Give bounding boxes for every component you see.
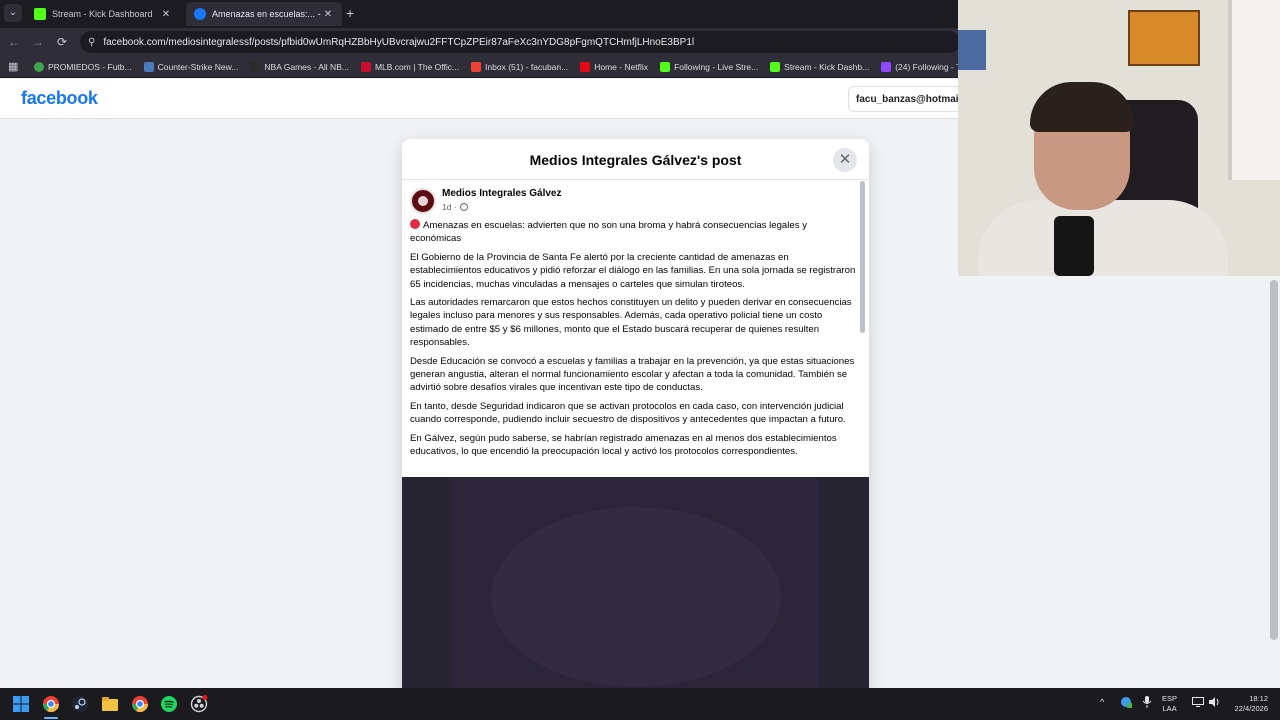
clock-time: 18:12	[1249, 694, 1268, 703]
post-modal: Medios Integrales Gálvez's post ✕ Medios…	[402, 139, 869, 699]
webcam-window	[1228, 0, 1280, 180]
post-paragraph: Desde Educación se convocó a escuelas y …	[410, 355, 855, 394]
webcam-microphone	[1054, 216, 1094, 276]
address-bar[interactable]: ⚲ facebook.com/mediosintegralessf/posts/…	[80, 31, 960, 53]
active-app-indicator	[44, 717, 58, 719]
bookmark-mlb[interactable]: MLB.com | The Offic...	[360, 61, 460, 72]
bookmark-label: Inbox (51) - facuban...	[485, 61, 569, 72]
keyboard-layout: LAA	[1162, 704, 1177, 713]
tab-close-icon[interactable]: ✕	[160, 9, 172, 20]
facebook-favicon-icon	[194, 8, 206, 20]
bookmark-label: Counter-Strike New...	[157, 61, 239, 72]
new-tab-button[interactable]: +	[346, 6, 354, 20]
spotify-icon[interactable]	[160, 695, 178, 713]
gmail-favicon-icon	[471, 61, 482, 72]
display-icon[interactable]	[1192, 697, 1204, 709]
page-logo-icon	[418, 196, 428, 206]
facebook-logo[interactable]: facebook	[21, 88, 98, 109]
bookmark-label: NBA Games - All NB...	[264, 61, 349, 72]
file-explorer-icon[interactable]	[101, 695, 119, 713]
modal-title: Medios Integrales Gálvez's post	[529, 152, 742, 168]
post-paragraph: Las autoridades remarcaron que estos hec…	[410, 297, 852, 349]
language-code: ESP	[1162, 694, 1178, 703]
tab-kick-dashboard[interactable]: Stream - Kick Dashboard ✕	[26, 2, 180, 26]
obs-icon[interactable]	[190, 695, 208, 713]
bookmark-nba[interactable]: NBA Games - All NB...	[250, 61, 349, 72]
promiedos-favicon-icon	[34, 61, 44, 72]
windows-taskbar: ^ ESP LAA 18:12 22/4/2026	[0, 688, 1280, 720]
post-video[interactable]	[451, 477, 819, 699]
forward-arrow-icon[interactable]: →	[30, 34, 46, 50]
bookmark-promiedos[interactable]: PROMIEDOS - Futb...	[34, 61, 132, 72]
video-frame	[491, 507, 781, 687]
mlb-favicon-icon	[360, 61, 371, 72]
tab-close-icon[interactable]: ✕	[322, 9, 334, 20]
bookmark-label: Following - Live Stre...	[674, 61, 759, 72]
bookmark-label: Home - Netflix	[594, 61, 649, 72]
bookmark-counter-strike[interactable]: Counter-Strike New...	[143, 61, 239, 72]
post-media[interactable]	[402, 477, 869, 699]
chrome-profile-icon[interactable]	[131, 695, 149, 713]
author-meta: Medios Integrales Gálvez 1d ·	[442, 188, 562, 214]
modal-scrollbar[interactable]	[860, 181, 865, 333]
microphone-icon[interactable]	[1142, 696, 1152, 710]
windows-start-icon[interactable]	[12, 695, 30, 713]
steam-icon[interactable]	[71, 695, 89, 713]
language-indicator[interactable]: ESP LAA	[1162, 694, 1177, 714]
post-author: Medios Integrales Gálvez 1d ·	[410, 188, 562, 214]
url-text[interactable]: facebook.com/mediosintegralessf/posts/pf…	[103, 37, 694, 48]
post-time-text[interactable]: 1d ·	[442, 202, 457, 212]
bookmark-kick-dashboard[interactable]: Stream - Kick Dashb...	[770, 61, 870, 72]
post-paragraph: En tanto, desde Seguridad indicaron que …	[410, 400, 846, 426]
chrome-icon[interactable]	[42, 695, 60, 713]
kick-favicon-icon	[660, 61, 671, 72]
webcam-person-shirt	[978, 200, 1228, 276]
volume-icon[interactable]	[1208, 696, 1220, 710]
bookmark-label: Stream - Kick Dashb...	[784, 61, 870, 72]
tab-search-chevron-icon[interactable]: ⌄	[4, 4, 22, 22]
kick-favicon-icon	[34, 8, 46, 20]
bookmark-label: MLB.com | The Offic...	[374, 61, 460, 72]
bookmark-kick-following[interactable]: Following - Live Stre...	[660, 61, 759, 72]
clock-date: 22/4/2026	[1234, 704, 1268, 713]
apps-grid-icon[interactable]: ▦	[8, 61, 20, 73]
author-name[interactable]: Medios Integrales Gálvez	[442, 188, 562, 199]
tab-facebook-post[interactable]: Amenazas en escuelas:... - M ✕	[186, 2, 342, 26]
post-paragraph: En Gálvez, según pudo saberse, se habría…	[410, 432, 837, 458]
post-paragraph: El Gobierno de la Provincia de Santa Fe …	[410, 251, 856, 290]
post-paragraph: Amenazas en escuelas: advierten que no s…	[410, 219, 860, 246]
tab-label: Stream - Kick Dashboard	[52, 9, 153, 19]
reload-icon[interactable]: ⟳	[54, 34, 70, 50]
post-timestamp: 1d ·	[442, 202, 562, 212]
twitch-favicon-icon	[881, 61, 892, 72]
webcam-overlay	[958, 0, 1280, 276]
nba-favicon-icon	[250, 61, 261, 72]
webcam-painting	[958, 30, 986, 70]
tab-label: Amenazas en escuelas:... - M	[212, 9, 322, 19]
network-status-icon[interactable]	[1120, 696, 1132, 710]
bookmark-netflix[interactable]: Home - Netflix	[580, 61, 649, 72]
bookmark-label: PROMIEDOS - Futb...	[48, 61, 132, 72]
red-circle-icon	[410, 219, 420, 229]
back-arrow-icon[interactable]: ←	[6, 34, 22, 50]
tray-chevron-icon[interactable]: ^	[1100, 697, 1104, 707]
close-icon[interactable]: ✕	[833, 148, 857, 172]
post-headline: Amenazas en escuelas: advierten que no s…	[410, 220, 807, 245]
kick-favicon-icon	[770, 61, 781, 72]
webcam-painting	[1128, 10, 1200, 66]
page-scrollbar[interactable]	[1270, 280, 1278, 640]
bookmark-gmail[interactable]: Inbox (51) - facuban...	[471, 61, 569, 72]
hltv-favicon-icon	[143, 61, 154, 72]
post-text: Amenazas en escuelas: advierten que no s…	[410, 219, 860, 464]
avatar[interactable]	[410, 188, 436, 214]
globe-icon	[459, 203, 468, 211]
system-clock[interactable]: 18:12 22/4/2026	[1226, 694, 1268, 714]
modal-header: Medios Integrales Gálvez's post ✕	[402, 139, 869, 180]
site-info-icon[interactable]: ⚲	[88, 37, 95, 48]
netflix-favicon-icon	[580, 61, 591, 72]
